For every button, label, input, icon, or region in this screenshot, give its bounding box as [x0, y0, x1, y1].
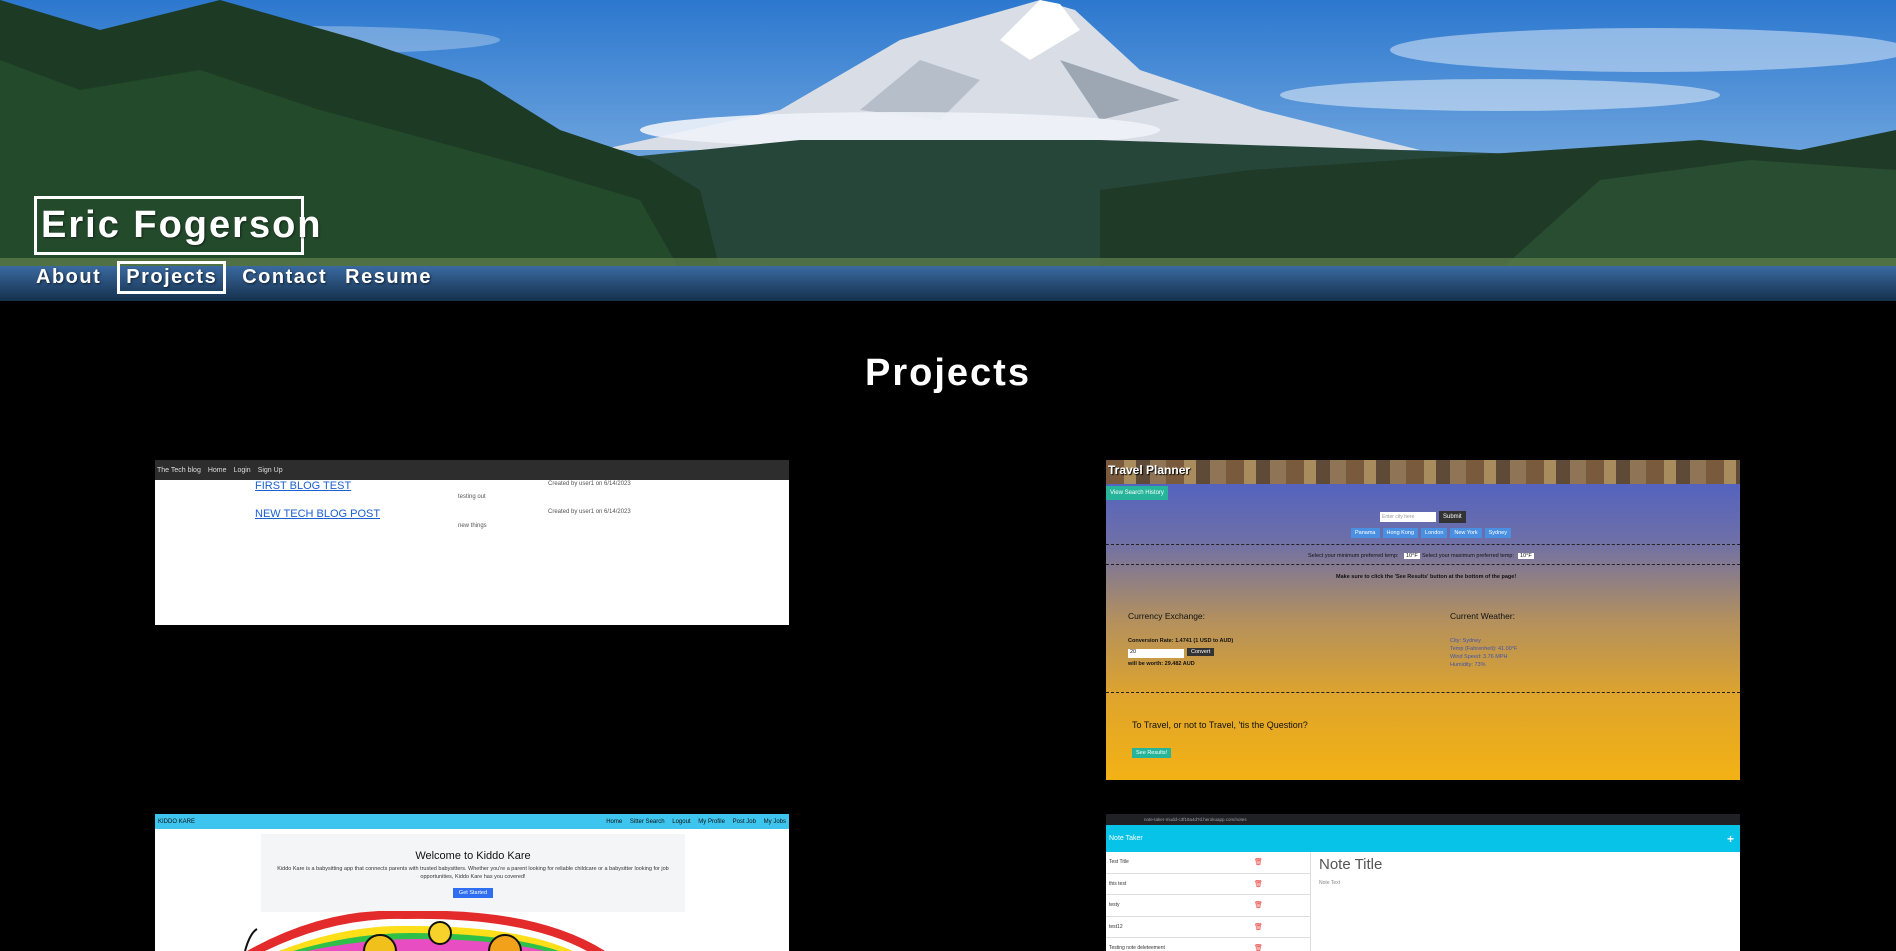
trash-icon: 🗑 [1254, 880, 1263, 888]
kiddo-nav-item: Post Job [732, 818, 756, 825]
travel-planner-title: Travel Planner [1108, 463, 1191, 477]
blog-post-meta: Created by user1 on 6/14/2023 [548, 509, 631, 515]
currency-heading: Currency Exchange: [1128, 611, 1206, 621]
note-divider [1310, 852, 1311, 951]
site-title: Eric Fogerson [41, 204, 323, 246]
plus-icon: + [1726, 831, 1734, 846]
note-list: Test Title 🗑 this test 🗑 testy 🗑 test12 🗑 Te… [1106, 852, 1310, 951]
city-buttons: Panama Hong Kong London New York Sydney [1351, 528, 1514, 538]
trash-icon: 🗑 [1254, 923, 1263, 931]
blog-post-body: testing out [458, 494, 486, 500]
note-taker-title: Note Taker [1109, 835, 1143, 842]
kiddo-description: Kiddo Kare is a babysitting app that con… [277, 866, 669, 880]
project-card-travel-planner[interactable]: Travel Planner View Search History Enter… [1106, 460, 1740, 780]
note-item-title: testy [1109, 902, 1120, 908]
city-button: Hong Kong [1382, 528, 1419, 538]
weather-line: Humidity: 73% [1450, 662, 1486, 668]
nav-projects[interactable]: Projects [117, 260, 227, 294]
weather-line: City: Sydney [1450, 638, 1481, 644]
project-card-tech-blog[interactable]: The Tech blog Home Login Sign Up FIRST B… [155, 460, 789, 625]
tech-blog-nav-signup: Sign Up [257, 466, 283, 474]
nav-about[interactable]: About [30, 262, 107, 293]
tech-blog-nav-login: Login [233, 466, 251, 474]
mountain-lake-landscape [0, 0, 1896, 301]
kiddo-nav-item: My Profile [698, 818, 725, 825]
city-button: New York [1450, 528, 1482, 538]
weather-line: Wind Speed: 3.76 MPH [1450, 654, 1508, 660]
note-item-title: Test Title [1109, 859, 1129, 865]
site-title-box[interactable]: Eric Fogerson [34, 196, 321, 255]
trash-icon: 🗑 [1254, 859, 1263, 866]
note-item-title: test12 [1109, 923, 1123, 930]
note-list-item: Testing note deleteement 🗑 [1106, 938, 1310, 951]
max-temp-label: Select your maximum preferred temp: [1422, 553, 1515, 559]
blog-post-body: new things [458, 523, 487, 529]
min-temp-label: Select your minimum preferred temp: [1308, 553, 1399, 559]
kiddo-kare-jumbotron: Welcome to Kiddo Kare Kiddo Kare is a ba… [261, 834, 685, 912]
page-title: Projects [865, 352, 1031, 394]
blog-post-meta: Created by user1 on 6/14/2023 [548, 481, 631, 487]
converted-amount: will be worth: 29.482 AUD [1128, 661, 1195, 667]
city-input: Enter city here [1380, 512, 1436, 522]
note-editor-text: Note Text [1319, 880, 1341, 886]
note-list-item: testy 🗑 [1106, 895, 1310, 917]
divider [1106, 692, 1740, 693]
city-button: London [1421, 528, 1448, 538]
tech-blog-nav-home: Home [207, 466, 227, 474]
browser-address-bar: note-taker-mudd-c3f18a4d7d.herokuapp.com… [1106, 814, 1740, 825]
kiddo-nav-item: Sitter Search [629, 818, 665, 825]
city-submit-button: Submit [1439, 511, 1466, 523]
project-card-note-taker[interactable]: note-taker-mudd-c3f18a4d7d.herokuapp.com… [1106, 814, 1740, 951]
note-item-title: this test [1109, 880, 1127, 887]
travel-planner-banner [1106, 460, 1740, 484]
city-button: Panama [1351, 528, 1380, 538]
conversion-rate: Conversion Rate: 1.4741 (1 USD to AUD) [1128, 638, 1234, 644]
main-nav: About Projects Contact Resume [30, 259, 444, 295]
kiddo-welcome-heading: Welcome to Kiddo Kare [415, 850, 531, 862]
kiddo-nav-item: Home [606, 818, 623, 825]
trash-icon: 🗑 [1254, 945, 1263, 951]
see-results-button: See Results! [1132, 748, 1172, 758]
search-history-button: View Search History [1106, 486, 1168, 500]
travel-question: To Travel, or not to Travel, 'tis the Qu… [1132, 720, 1308, 730]
project-card-kiddo-kare[interactable]: KIDDO KARE Home Sitter Search Logout My … [155, 814, 789, 951]
divider [1106, 544, 1740, 545]
get-started-button: Get Started [452, 888, 494, 898]
note-list-item: this test 🗑 [1106, 874, 1310, 895]
min-temp-select: 10°F [1404, 553, 1420, 559]
note-list-item: Test Title 🗑 [1106, 852, 1310, 874]
trash-icon: 🗑 [1254, 902, 1263, 909]
amount-input: 20 [1128, 649, 1184, 658]
tech-blog-brand: The Tech blog [157, 466, 201, 474]
tech-blog-navbar: The Tech blog Home Login Sign Up [155, 460, 789, 480]
note-item-title: Testing note deleteement [1109, 945, 1165, 951]
convert-button: Convert [1187, 648, 1215, 656]
note-taker-header: Note Taker + [1106, 825, 1740, 852]
kiddo-kare-navbar: KIDDO KARE Home Sitter Search Logout My … [155, 814, 789, 829]
results-note: Make sure to click the 'See Results' but… [1336, 574, 1517, 580]
note-list-item: test12 🗑 [1106, 917, 1310, 938]
hero-header: Eric Fogerson About Projects Contact Res… [0, 0, 1896, 301]
kiddo-kare-nav-links: Home Sitter Search Logout My Profile Pos… [600, 819, 786, 825]
note-editor-title: Note Title [1319, 856, 1383, 873]
blog-post-title: FIRST BLOG TEST [255, 480, 352, 492]
max-temp-select: 10°F [1518, 553, 1534, 559]
blog-post-title: NEW TECH BLOG POST [255, 508, 381, 520]
nav-contact[interactable]: Contact [236, 262, 333, 293]
nav-resume[interactable]: Resume [339, 262, 438, 293]
weather-heading: Current Weather: [1450, 611, 1516, 621]
divider [1106, 564, 1740, 565]
kiddo-kare-brand: KIDDO KARE [158, 818, 196, 825]
weather-line: Temp (Fahrenheit): 41.00°F [1450, 646, 1518, 652]
rainbow-illustration [244, 911, 605, 951]
city-button: Sydney [1484, 528, 1511, 538]
kiddo-nav-item: My Jobs [763, 818, 786, 825]
kiddo-nav-item: Logout [672, 818, 691, 825]
